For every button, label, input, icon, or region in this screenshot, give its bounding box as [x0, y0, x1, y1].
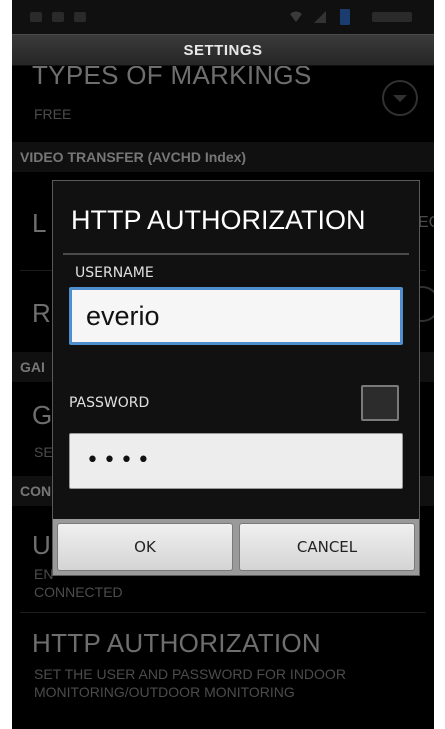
- clock: [372, 12, 412, 22]
- notification-icon: [74, 12, 86, 22]
- dialog-title: HTTP AUTHORIZATION: [71, 205, 366, 235]
- phone-screen: SETTINGS TYPES OF MARKINGS FREE VIDEO TR…: [12, 0, 434, 729]
- battery-icon: [340, 9, 350, 25]
- dialog-divider: [63, 253, 409, 255]
- signal-icon: [314, 11, 326, 23]
- password-label: PASSWORD: [69, 395, 150, 411]
- screen-title: SETTINGS: [183, 41, 263, 59]
- ok-button[interactable]: OK: [57, 523, 233, 571]
- cancel-button[interactable]: CANCEL: [239, 523, 415, 571]
- wifi-icon: [290, 11, 302, 22]
- username-input[interactable]: everio: [69, 287, 403, 345]
- password-input[interactable]: ••••: [69, 433, 403, 489]
- http-authorization-dialog: HTTP AUTHORIZATION USERNAME everio PASSW…: [52, 180, 420, 576]
- title-bar: SETTINGS: [12, 34, 434, 66]
- notification-icon: [30, 12, 42, 22]
- notification-icon: [52, 12, 64, 22]
- status-bar: [12, 0, 434, 34]
- dialog-button-bar: OK CANCEL: [53, 519, 419, 575]
- show-password-checkbox[interactable]: [361, 385, 399, 421]
- username-label: USERNAME: [75, 265, 154, 281]
